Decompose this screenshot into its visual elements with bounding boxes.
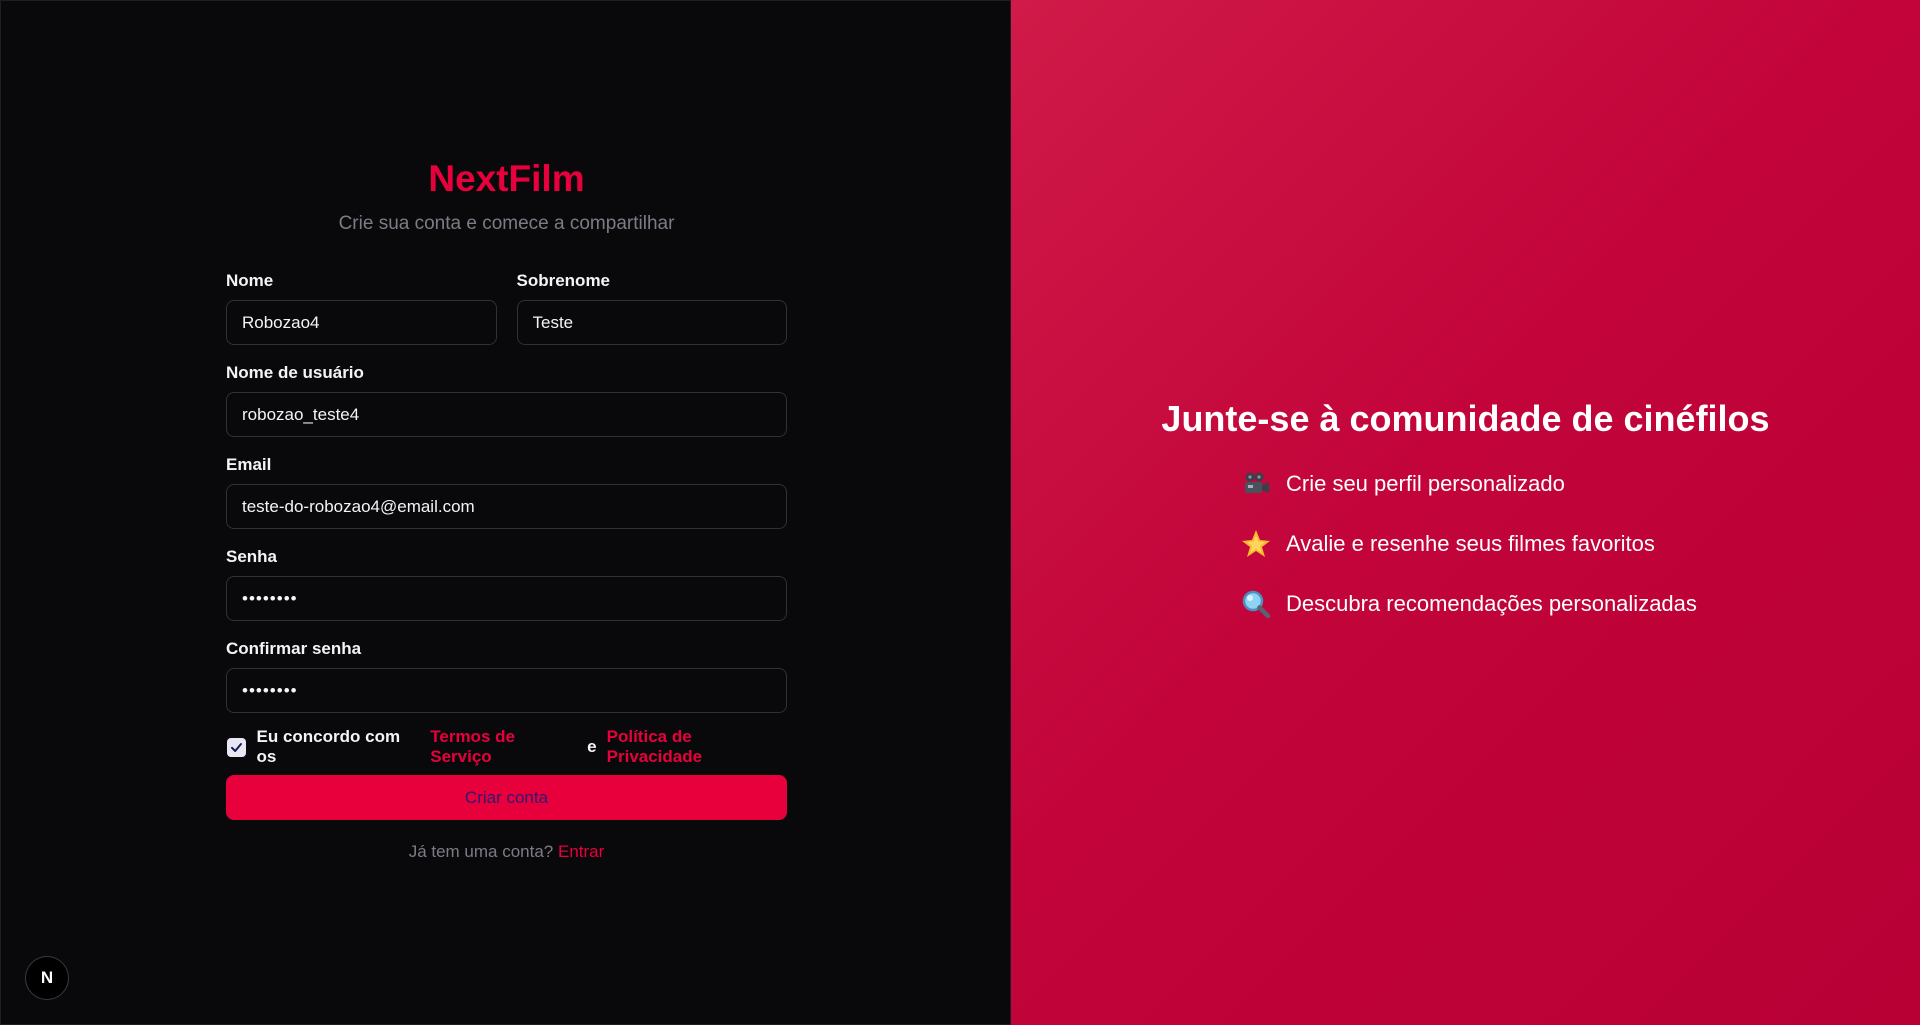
last-name-input[interactable] <box>516 300 787 345</box>
create-account-button[interactable]: Criar conta <box>226 775 787 820</box>
feature-list: Crie seu perfil personalizado Avalie e r… <box>1011 466 1920 622</box>
feature-item: Avalie e resenhe seus filmes favoritos <box>1239 526 1920 562</box>
email-input[interactable] <box>226 484 787 529</box>
brand-title: NextFilm <box>428 158 585 199</box>
brand-subtitle: Crie sua conta e comece a compartilhar <box>338 213 675 234</box>
confirm-password-label: Confirmar senha <box>226 639 362 658</box>
email-label: Email <box>226 455 272 474</box>
privacy-policy-link[interactable]: Política de Privacidade <box>607 727 787 767</box>
last-name-group: Sobrenome <box>516 270 787 345</box>
nextjs-logo-letter: N <box>40 968 54 987</box>
signin-link[interactable]: Entrar <box>558 842 604 861</box>
confirm-password-group: Confirmar senha <box>226 638 787 713</box>
glowing-star-icon <box>1239 527 1273 561</box>
signin-prompt: Já tem uma conta? <box>408 842 554 861</box>
signup-page: NextFilm Crie sua conta e comece a compa… <box>0 0 1920 1025</box>
movie-camera-icon <box>1239 467 1273 501</box>
signin-prompt-row: Já tem uma conta? Entrar <box>226 842 787 862</box>
first-name-group: Nome <box>226 270 497 345</box>
password-group: Senha <box>226 546 787 621</box>
signup-panel: NextFilm Crie sua conta e comece a compa… <box>0 0 1011 1025</box>
feature-text: Crie seu perfil personalizado <box>1286 471 1565 496</box>
name-row: Nome Sobrenome <box>226 270 787 345</box>
feature-item: Descubra recomendações personalizadas <box>1239 586 1920 622</box>
promo-content: Junte-se à comunidade de cinéfilos Crie … <box>1011 396 1920 646</box>
promo-panel: Junte-se à comunidade de cinéfilos Crie … <box>1011 0 1920 1025</box>
password-input[interactable] <box>226 576 787 621</box>
first-name-label: Nome <box>226 271 274 290</box>
feature-item: Crie seu perfil personalizado <box>1239 466 1920 502</box>
confirm-password-input[interactable] <box>226 668 787 713</box>
signup-form: NextFilm Crie sua conta e comece a compa… <box>226 156 787 862</box>
password-label: Senha <box>226 547 278 566</box>
checkmark-icon <box>230 742 242 752</box>
terms-row: Eu concordo com os Termos de Serviço e P… <box>226 727 787 766</box>
email-group: Email <box>226 454 787 529</box>
terms-prefix: Eu concordo com os <box>256 727 401 766</box>
last-name-label: Sobrenome <box>516 271 611 290</box>
terms-of-service-link[interactable]: Termos de Serviço <box>430 727 577 767</box>
terms-conjunction: e <box>587 737 597 756</box>
magnifier-icon <box>1239 587 1273 621</box>
username-label: Nome de usuário <box>226 363 364 382</box>
feature-text: Descubra recomendações personalizadas <box>1286 591 1697 616</box>
terms-checkbox[interactable] <box>227 737 246 757</box>
feature-text: Avalie e resenhe seus filmes favoritos <box>1286 531 1655 556</box>
nextjs-devtools-button[interactable]: N <box>25 956 69 1000</box>
first-name-input[interactable] <box>226 300 497 345</box>
username-group: Nome de usuário <box>226 362 787 437</box>
promo-title: Junte-se à comunidade de cinéfilos <box>1161 398 1770 439</box>
username-input[interactable] <box>226 392 787 437</box>
